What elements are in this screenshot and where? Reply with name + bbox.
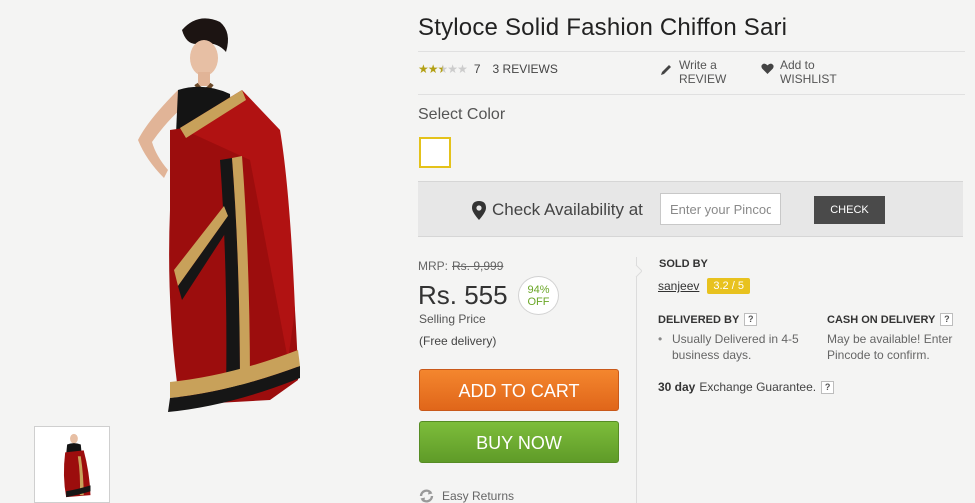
star-empty-icon: ★ — [457, 62, 468, 76]
exchange-guarantee: 30 day Exchange Guarantee. ? — [658, 380, 835, 394]
divider — [418, 94, 965, 95]
rating-count: 7 — [473, 62, 481, 76]
easy-returns[interactable]: Easy Returns — [419, 489, 514, 503]
exchange-help-icon[interactable]: ? — [821, 380, 835, 394]
cod-help-icon[interactable]: ? — [940, 313, 954, 326]
thumbnail-image — [63, 433, 91, 498]
star-empty-icon: ★ — [447, 62, 458, 76]
seller-name-link[interactable]: sanjeev — [658, 279, 699, 293]
bullet-icon: • — [658, 332, 663, 346]
product-thumbnail[interactable] — [34, 426, 110, 503]
mrp: MRP: Rs. 9,999 — [418, 259, 503, 273]
star-rating: ★ ★ ★ ★ ★ — [418, 62, 468, 76]
cod-heading: CASH ON DELIVERY ? — [827, 313, 954, 326]
pincode-input[interactable] — [660, 193, 781, 225]
cod-text: May be available! Enter Pincode to confi… — [827, 332, 953, 362]
delivered-by-label: DELIVERED BY — [658, 313, 740, 326]
refresh-icon — [419, 489, 434, 503]
column-divider — [636, 257, 637, 503]
product-gallery — [0, 0, 400, 503]
divider — [418, 51, 965, 52]
wishlist-line2: WISHLIST — [780, 72, 837, 86]
pencil-icon — [659, 63, 673, 76]
check-button[interactable]: CHECK — [814, 196, 885, 224]
star-half-icon: ★ — [437, 62, 449, 76]
divider-notch — [635, 265, 642, 277]
wishlist-line1: Add to — [780, 58, 815, 72]
delivered-by-text: • Usually Delivered in 4-5 business days. — [658, 331, 818, 363]
exchange-text: Exchange Guarantee. — [699, 380, 817, 394]
color-swatch[interactable] — [419, 137, 451, 168]
easy-returns-label: Easy Returns — [442, 489, 515, 503]
buy-now-button[interactable]: BUY NOW — [419, 421, 619, 463]
mrp-value: Rs. 9,999 — [452, 259, 504, 273]
select-color-label: Select Color — [418, 106, 506, 123]
star-icon: ★ — [427, 62, 439, 76]
sold-by-label: SOLD BY — [659, 258, 708, 270]
star-icon: ★ — [418, 62, 429, 76]
write-review-button[interactable]: Write a REVIEW — [659, 58, 726, 86]
free-delivery-text: (Free delivery) — [419, 334, 497, 348]
delivered-by-heading: DELIVERED BY ? — [658, 313, 758, 326]
write-review-line1: Write a — [679, 58, 717, 72]
selling-price-label: Selling Price — [419, 312, 486, 326]
discount-badge: 94% OFF — [518, 276, 559, 315]
cod-label: CASH ON DELIVERY — [827, 313, 936, 326]
availability-label: Check Availability at — [472, 200, 643, 220]
delivered-by-help-icon[interactable]: ? — [744, 313, 758, 326]
discount-off: OFF — [527, 296, 550, 308]
mrp-label: MRP: — [418, 259, 448, 273]
availability-text: Check Availability at — [492, 200, 643, 219]
delivered-line1: Usually Delivered in 4-5 — [672, 332, 799, 346]
rating-row: ★ ★ ★ ★ ★ 7 3 REVIEWS — [418, 62, 558, 76]
reviews-link[interactable]: 3 REVIEWS — [493, 62, 558, 76]
map-pin-icon — [472, 200, 486, 220]
product-main-image — [138, 18, 300, 412]
add-to-cart-button[interactable]: ADD TO CART — [419, 369, 619, 411]
seller-rating-badge: 3.2 / 5 — [707, 278, 750, 294]
add-to-wishlist-button[interactable]: Add to WISHLIST — [760, 58, 837, 86]
seller-row: sanjeev 3.2 / 5 — [658, 278, 750, 294]
discount-percent: 94% — [527, 284, 550, 296]
delivered-line2: business days. — [672, 348, 752, 362]
product-title: Styloce Solid Fashion Chiffon Sari — [418, 14, 788, 41]
heart-icon — [760, 63, 774, 75]
write-review-line2: REVIEW — [679, 72, 727, 86]
selling-price: Rs. 555 — [418, 280, 508, 310]
exchange-days: 30 day — [658, 380, 696, 394]
